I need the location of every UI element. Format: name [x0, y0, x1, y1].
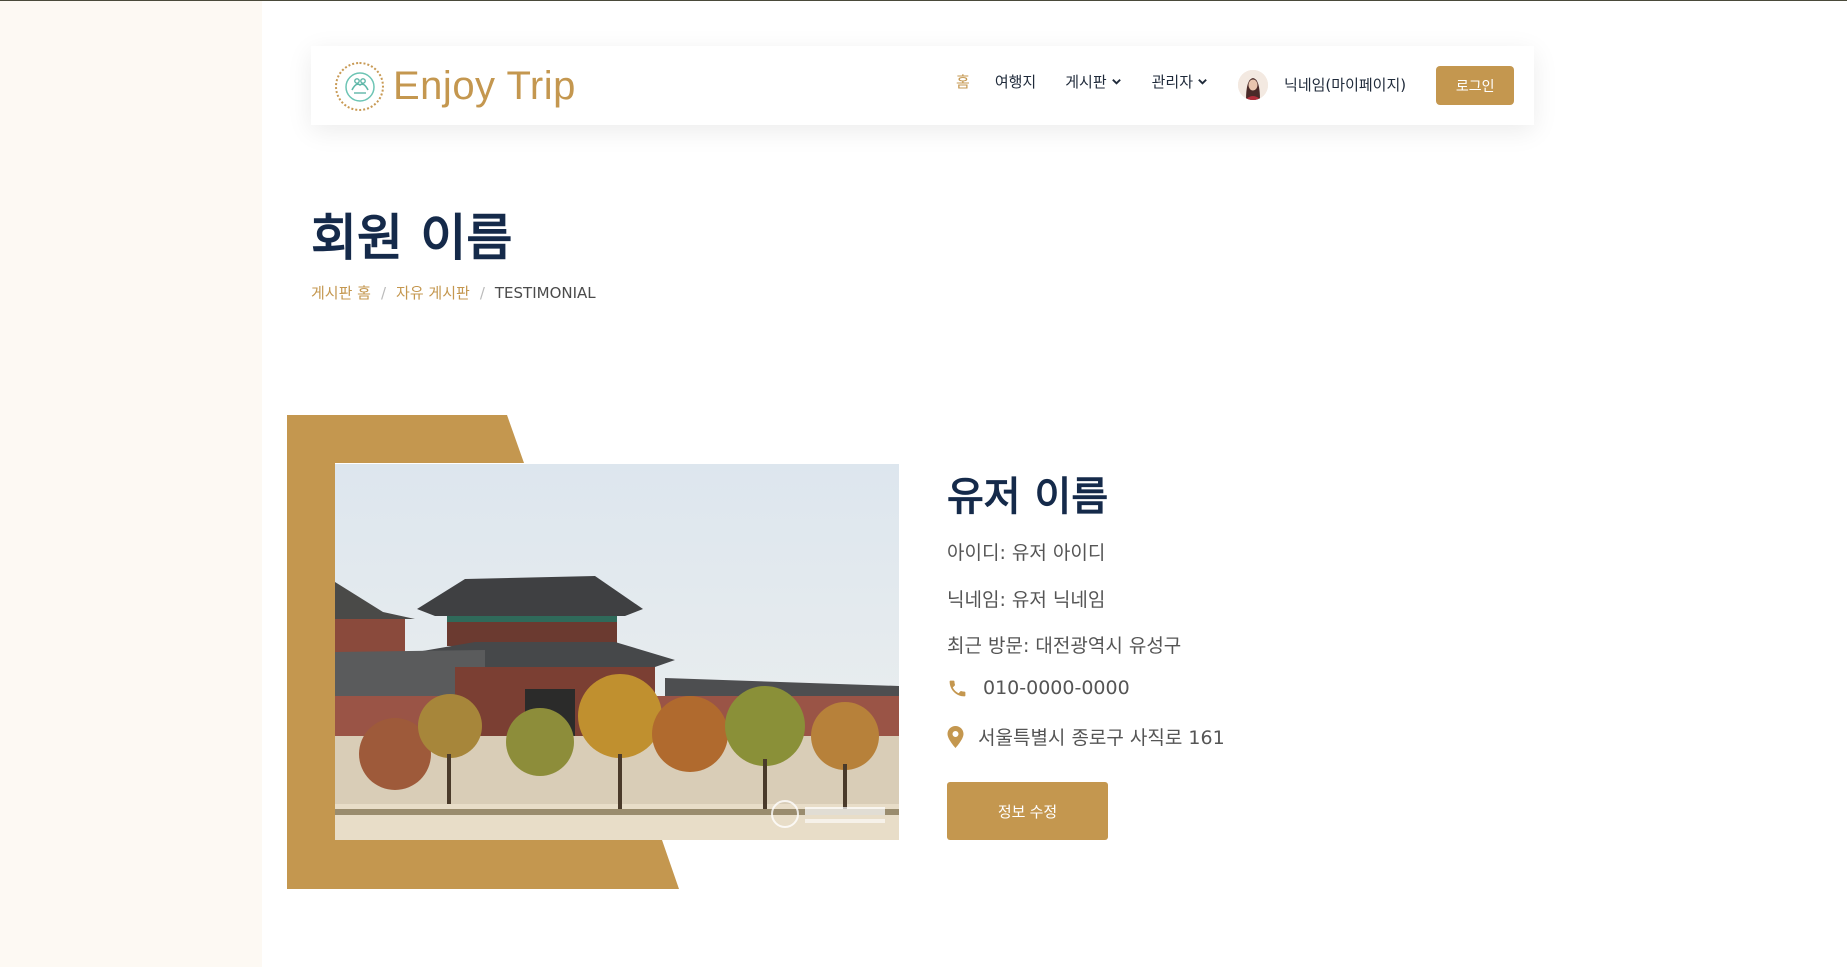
page-title: 회원 이름	[311, 209, 513, 267]
breadcrumb-free-board[interactable]: 자유 게시판	[396, 282, 470, 303]
edit-profile-button[interactable]: 정보 수정	[947, 782, 1108, 840]
recent-visit: 최근 방문: 대전광역시 유성구	[947, 635, 1182, 657]
nav-admin-label: 관리자	[1151, 73, 1194, 91]
address: 서울특별시 종로구 사직로 161	[978, 727, 1225, 749]
nav-places[interactable]: 여행지	[995, 71, 1036, 92]
login-button[interactable]: 로그인	[1436, 66, 1515, 105]
brand-logo[interactable]: Enjoy Trip	[335, 62, 576, 111]
map-pin-icon	[947, 725, 964, 748]
breadcrumb-separator: /	[479, 283, 485, 302]
profile-photo	[335, 464, 899, 840]
profile-name: 닉네임(마이페이지)	[1284, 76, 1407, 94]
user-nickname: 닉네임: 유저 닉네임	[947, 589, 1106, 611]
address-row: 서울특별시 종로구 사직로 161	[947, 723, 1225, 750]
phone-icon	[949, 680, 966, 696]
phone-number: 010-0000-0000	[983, 677, 1130, 699]
brand-name: Enjoy Trip	[393, 64, 576, 108]
breadcrumb-separator: /	[380, 283, 387, 302]
navbar: Enjoy Trip 홈 여행지 게시판 관리자 닉네임(마이페이지) 로그인	[311, 46, 1534, 125]
breadcrumb-board-home[interactable]: 게시판 홈	[311, 282, 371, 303]
phone-row: 010-0000-0000	[947, 677, 1130, 699]
nav-home[interactable]: 홈	[956, 71, 970, 92]
user-name: 유저 이름	[947, 474, 1109, 520]
breadcrumb: 게시판 홈 / 자유 게시판 / TESTIMONIAL	[311, 282, 596, 303]
nav-board-dropdown[interactable]: 게시판	[1065, 71, 1121, 92]
avatar	[1238, 69, 1269, 100]
nav-admin-dropdown[interactable]: 관리자	[1152, 71, 1208, 92]
my-page-link[interactable]: 닉네임(마이페이지)	[1238, 69, 1407, 100]
chevron-down-icon	[1198, 79, 1207, 85]
breadcrumb-current: TESTIMONIAL	[494, 283, 596, 302]
chevron-down-icon	[1111, 79, 1121, 85]
user-id: 아이디: 유저 아이디	[947, 542, 1106, 564]
main-nav: 홈 여행지 게시판 관리자 닉네임(마이페이지) 로그인	[956, 46, 1515, 125]
nav-board-label: 게시판	[1065, 73, 1107, 91]
logo-icon	[335, 62, 384, 111]
